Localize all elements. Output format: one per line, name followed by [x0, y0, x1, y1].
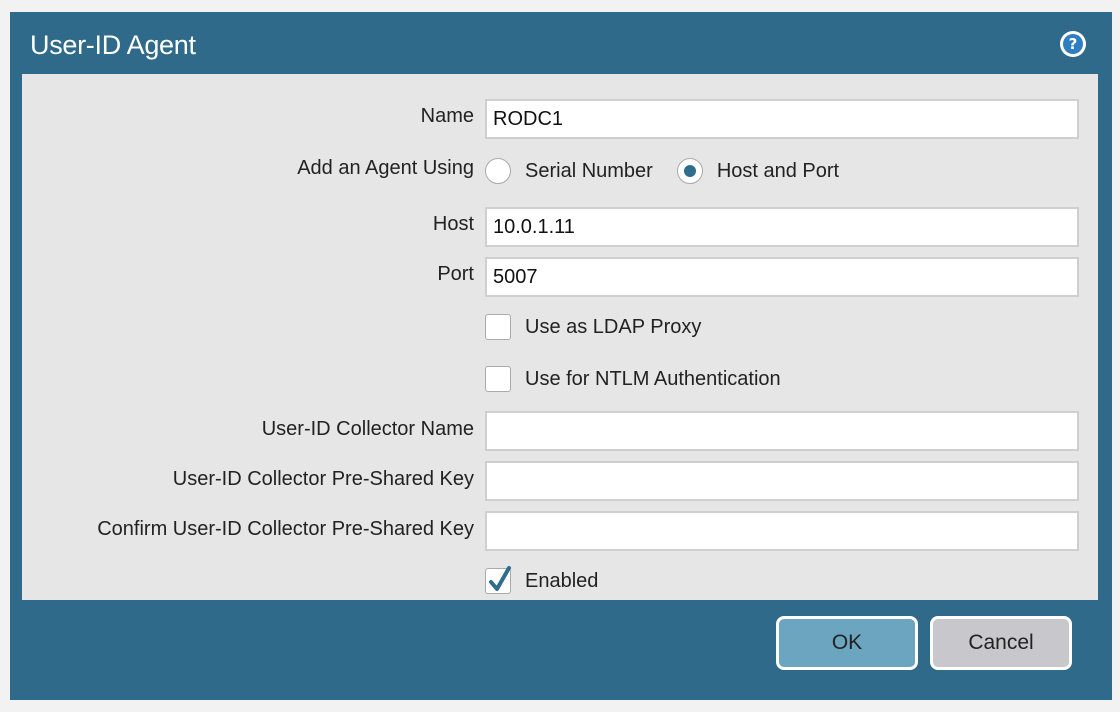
radio-selected-dot [683, 165, 696, 177]
port-label: Port [437, 263, 474, 285]
host-field[interactable] [485, 207, 1079, 247]
host-and-port-label: Host and Port [716, 159, 840, 182]
ntlm-auth-checkbox[interactable] [485, 366, 511, 392]
ldap-proxy-option[interactable]: Use as LDAP Proxy [485, 314, 701, 340]
ldap-proxy-label: Use as LDAP Proxy [525, 315, 702, 338]
serial-number-label: Serial Number [525, 159, 653, 182]
ldap-proxy-checkbox[interactable] [485, 314, 511, 340]
name-label: Name [420, 105, 474, 127]
add-agent-radio-group: Serial Number Host and Port [485, 156, 863, 186]
ok-button[interactable]: OK [776, 616, 918, 670]
enabled-checkbox[interactable] [485, 566, 511, 594]
serial-number-option[interactable]: Serial Number [485, 158, 653, 184]
confirm-psk-label: Confirm User-ID Collector Pre-Shared Key [97, 518, 474, 540]
help-button[interactable]: ? [1060, 31, 1086, 57]
name-field[interactable] [485, 99, 1079, 139]
dialog-title: User-ID Agent [30, 30, 196, 60]
serial-number-radio[interactable] [485, 158, 511, 184]
confirm-psk-field[interactable] [485, 511, 1079, 551]
port-field[interactable] [485, 257, 1079, 297]
ntlm-auth-label: Use for NTLM Authentication [525, 367, 781, 390]
collector-name-field[interactable] [485, 411, 1079, 451]
cancel-button[interactable]: Cancel [930, 616, 1072, 670]
agent-form: Name Add an Agent Using Serial Number Ho… [22, 74, 1098, 600]
host-and-port-radio[interactable] [676, 158, 703, 184]
enabled-label: Enabled [525, 569, 599, 592]
host-and-port-option[interactable]: Host and Port [676, 158, 840, 184]
ntlm-auth-option[interactable]: Use for NTLM Authentication [485, 366, 781, 392]
collector-psk-field[interactable] [485, 461, 1079, 501]
enabled-option[interactable]: Enabled [485, 566, 599, 594]
add-agent-using-label: Add an Agent Using [297, 157, 474, 179]
host-label: Host [432, 213, 474, 235]
help-icon: ? [1063, 34, 1083, 54]
checkmark-icon [489, 566, 511, 591]
collector-psk-label: User-ID Collector Pre-Shared Key [172, 468, 474, 490]
collector-name-label: User-ID Collector Name [261, 418, 474, 440]
user-id-agent-dialog: User-ID Agent ? Name Add an Agent Using … [10, 12, 1112, 700]
